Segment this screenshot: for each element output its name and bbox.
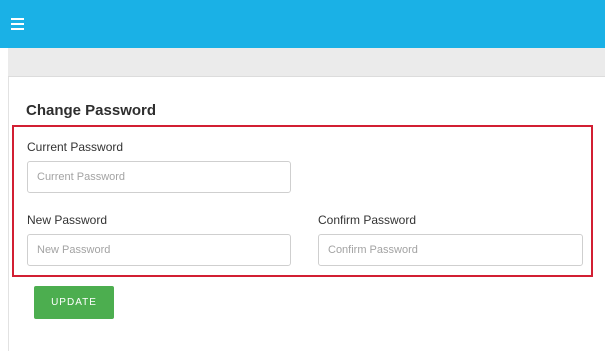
confirm-password-input[interactable]	[318, 234, 583, 266]
confirm-password-label: Confirm Password	[318, 213, 417, 227]
top-app-bar	[0, 0, 605, 48]
new-password-input[interactable]	[27, 234, 291, 266]
page-title: Change Password	[26, 102, 157, 119]
current-password-input[interactable]	[27, 161, 291, 193]
hamburger-line	[11, 28, 24, 30]
new-password-label: New Password	[27, 213, 108, 227]
update-button[interactable]: UPDATE	[34, 286, 114, 319]
current-password-label: Current Password	[27, 140, 124, 154]
hamburger-menu-icon[interactable]	[11, 18, 24, 30]
hamburger-line	[11, 18, 24, 20]
hamburger-line	[11, 23, 24, 25]
sub-header-bar	[8, 48, 605, 77]
